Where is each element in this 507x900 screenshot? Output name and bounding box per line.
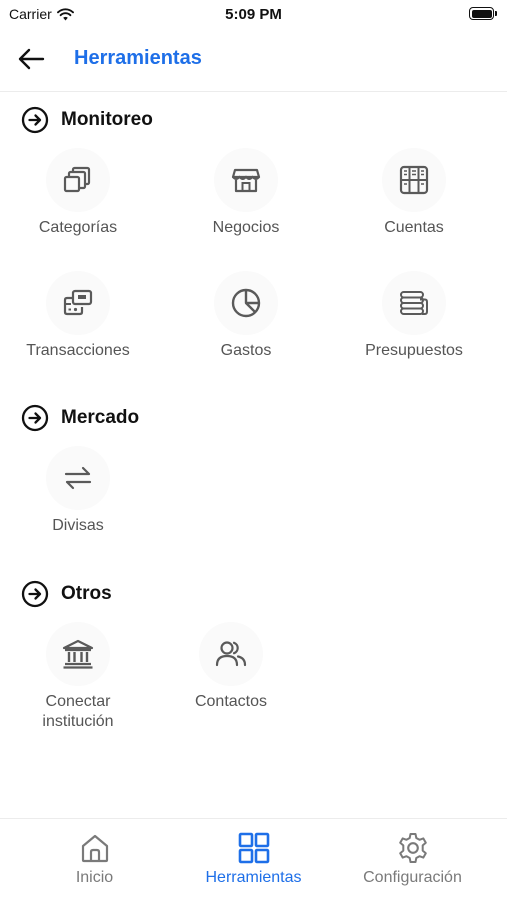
section-title: Mercado — [61, 407, 140, 428]
exchange-arrows-icon — [64, 466, 92, 490]
tool-label: Contactos — [194, 693, 268, 710]
tab-label: Inicio — [75, 869, 114, 886]
grid-icon — [238, 832, 269, 864]
tool-icon-wrap — [382, 271, 446, 335]
tool-icon-wrap — [214, 148, 278, 212]
tool-label: Categorías — [38, 219, 118, 236]
tool-categorias[interactable]: Categorías — [0, 148, 156, 238]
section-monitoreo: Monitoreo — [21, 106, 153, 134]
tab-inicio[interactable]: Inicio — [10, 831, 179, 887]
contacts-icon — [215, 641, 247, 667]
tool-icon-wrap — [199, 622, 263, 686]
section-title: Otros — [61, 583, 112, 604]
tool-icon-wrap — [382, 148, 446, 212]
tool-cuentas[interactable]: Cuentas — [336, 148, 492, 238]
tool-contactos[interactable]: Contactos — [153, 622, 309, 712]
navigation-header: Herramientas — [0, 28, 507, 92]
tab-label: Herramientas — [205, 869, 302, 886]
transactions-icon — [63, 289, 93, 316]
page-title: Herramientas — [74, 47, 202, 69]
status-bar: Carrier 5:09 PM — [0, 0, 507, 28]
tool-icon-wrap — [46, 148, 110, 212]
section-title: Monitoreo — [61, 109, 153, 130]
battery-icon — [469, 7, 497, 20]
bottom-tab-bar: Inicio Herramientas Configuración — [0, 818, 507, 900]
tool-conectar-institucion[interactable]: Conectar institución — [0, 622, 156, 732]
arrow-left-icon — [18, 48, 45, 70]
arrow-circle-right-icon — [21, 106, 49, 134]
tool-transacciones[interactable]: Transacciones — [0, 271, 156, 361]
tool-icon-wrap — [46, 446, 110, 510]
gear-icon — [398, 833, 427, 863]
tool-label: Negocios — [212, 219, 280, 236]
tab-label: Configuración — [363, 869, 462, 886]
tool-icon-wrap — [46, 271, 110, 335]
tool-label: Presupuestos — [365, 342, 463, 359]
tool-icon-wrap — [214, 271, 278, 335]
tool-label: Cuentas — [384, 219, 444, 236]
section-otros: Otros — [21, 580, 112, 608]
section-mercado: Mercado — [21, 404, 139, 432]
arrow-circle-right-icon — [21, 580, 49, 608]
tool-presupuestos[interactable]: Presupuestos — [336, 271, 492, 361]
tool-icon-wrap — [46, 622, 110, 686]
store-icon — [231, 168, 261, 193]
categories-icon — [63, 166, 91, 193]
tool-label: Gastos — [220, 342, 272, 359]
bank-icon — [62, 639, 94, 669]
home-icon — [81, 834, 108, 863]
tool-label: Conectar institución — [42, 693, 114, 730]
tool-label: Divisas — [52, 517, 104, 534]
status-time: 5:09 PM — [225, 6, 282, 23]
tab-configuracion[interactable]: Configuración — [328, 831, 497, 887]
tool-gastos[interactable]: Gastos — [168, 271, 324, 361]
coins-stack-icon — [400, 291, 428, 315]
tool-label: Transacciones — [26, 342, 130, 359]
arrow-circle-right-icon — [21, 404, 49, 432]
tab-herramientas[interactable]: Herramientas — [169, 831, 338, 887]
back-button[interactable] — [14, 42, 48, 76]
tool-divisas[interactable]: Divisas — [0, 446, 156, 536]
accounts-grid-icon — [399, 165, 429, 195]
pie-chart-icon — [231, 288, 261, 318]
tool-negocios[interactable]: Negocios — [168, 148, 324, 238]
